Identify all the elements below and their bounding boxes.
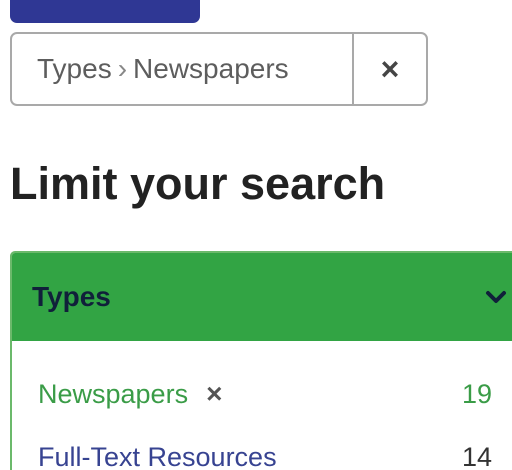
- top-button-edge[interactable]: [10, 0, 200, 23]
- facet-item-label[interactable]: Full-Text Resources: [38, 442, 277, 470]
- types-facet-panel: Types Newspapers × 19 Full-Text Resource…: [10, 251, 512, 470]
- page: Types › Newspapers × Limit your search T…: [0, 0, 512, 470]
- types-facet-header[interactable]: Types: [12, 253, 512, 341]
- close-icon: ×: [380, 50, 400, 87]
- facet-item-count: 14: [462, 441, 493, 470]
- close-icon[interactable]: ×: [206, 378, 222, 410]
- remove-filter-button[interactable]: ×: [354, 34, 426, 104]
- breadcrumb-separator: ›: [117, 53, 128, 84]
- chevron-down-icon[interactable]: [480, 281, 512, 313]
- applied-filter-chip: Types › Newspapers ×: [10, 32, 428, 106]
- applied-filter-value: Newspapers: [133, 53, 289, 84]
- limit-search-heading: Limit your search: [10, 158, 386, 209]
- types-facet-title: Types: [32, 281, 111, 312]
- facet-item-newspapers[interactable]: Newspapers × 19: [38, 374, 500, 414]
- applied-filter-label: Types › Newspapers: [12, 34, 354, 104]
- facet-item-label[interactable]: Newspapers: [38, 379, 188, 410]
- facet-item-count: 19: [462, 378, 493, 409]
- facet-item-full-text-resources[interactable]: Full-Text Resources 14: [38, 437, 500, 470]
- applied-filter-category: Types: [37, 53, 112, 84]
